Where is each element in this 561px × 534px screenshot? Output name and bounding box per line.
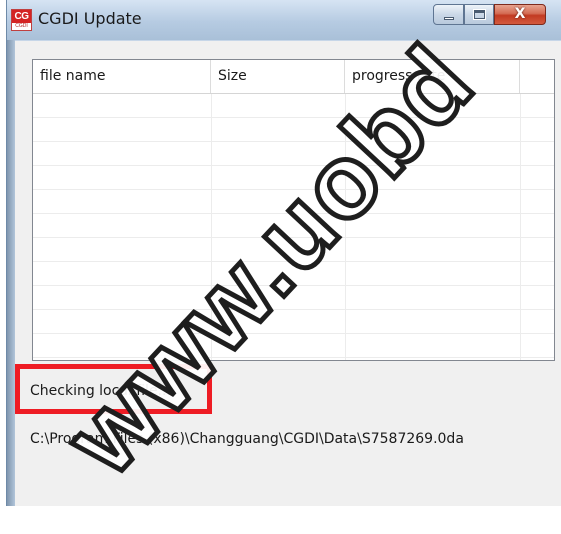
app-icon-cgdi-text: CGDI	[15, 23, 28, 29]
column-header-filler	[520, 60, 554, 93]
status-highlight-box	[15, 364, 212, 414]
list-row-empty	[33, 142, 554, 166]
file-list-header: file name Size progress rate	[33, 60, 554, 94]
close-icon: X	[514, 6, 526, 22]
list-row-empty	[33, 94, 554, 118]
file-list[interactable]: file name Size progress rate	[32, 59, 555, 361]
maximize-button[interactable]	[464, 4, 494, 25]
list-row-empty	[33, 190, 554, 214]
column-gridline	[211, 94, 212, 360]
window-title: CGDI Update	[38, 9, 142, 28]
list-row-empty	[33, 118, 554, 142]
cgdi-app-icon[interactable]: CG CGDI	[11, 9, 32, 31]
column-header-progress-rate[interactable]: progress rate	[345, 60, 520, 93]
column-header-file-name[interactable]: file name	[33, 60, 211, 93]
file-list-rows	[33, 94, 554, 360]
list-row-empty	[33, 334, 554, 358]
list-row-empty	[33, 238, 554, 262]
caption-buttons: X	[431, 4, 561, 26]
minimize-icon	[444, 17, 454, 20]
app-icon-cg-text: CG	[12, 10, 31, 23]
list-row-empty	[33, 214, 554, 238]
maximize-icon	[473, 9, 486, 20]
close-button[interactable]: X	[494, 4, 546, 25]
column-header-size[interactable]: Size	[211, 60, 345, 93]
title-bar[interactable]: CG CGDI CGDI Update X	[7, 0, 561, 40]
current-file-path: C:\Program Files (x86)\Changguang\CGDI\D…	[30, 431, 464, 447]
column-gridline	[520, 94, 521, 360]
list-row-empty	[33, 286, 554, 310]
client-area: file name Size progress rate Checking lo…	[15, 41, 561, 506]
list-row-empty	[33, 166, 554, 190]
window-left-border	[7, 40, 15, 506]
list-row-empty	[33, 310, 554, 334]
cgdi-update-window: CG CGDI CGDI Update X file name Size pro…	[6, 0, 561, 506]
minimize-button[interactable]	[433, 4, 464, 25]
list-row-empty	[33, 262, 554, 286]
column-gridline	[345, 94, 346, 360]
